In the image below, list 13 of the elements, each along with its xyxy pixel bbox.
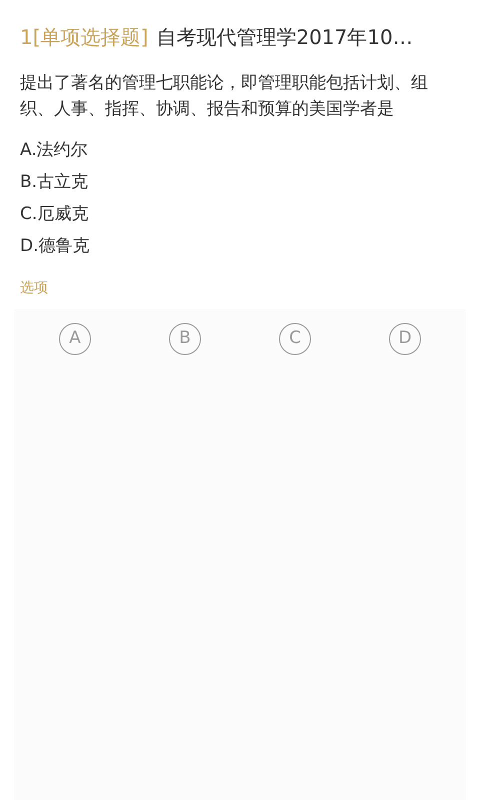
choice-button[interactable]: D <box>389 323 421 355</box>
answer-option: D.德鲁克 <box>20 230 460 262</box>
question-type: [单项选择题] <box>32 24 148 51</box>
choice-button[interactable]: B <box>169 323 201 355</box>
answer-option: C.厄威克 <box>20 198 460 230</box>
question-text: 提出了著名的管理七职能论，即管理职能包括计划、组织、人事、指挥、协调、报告和预算的美国学者是 <box>20 72 429 121</box>
choice-button[interactable]: C <box>279 323 311 355</box>
answer-option: B.古立克 <box>20 166 460 198</box>
question-title: 自考现代管理学2017年10… <box>156 24 413 51</box>
section-label: 选项 <box>20 279 49 298</box>
question-number: 1 <box>20 24 33 51</box>
choice-button[interactable]: A <box>59 323 91 355</box>
answer-option: A.法约尔 <box>20 134 460 166</box>
